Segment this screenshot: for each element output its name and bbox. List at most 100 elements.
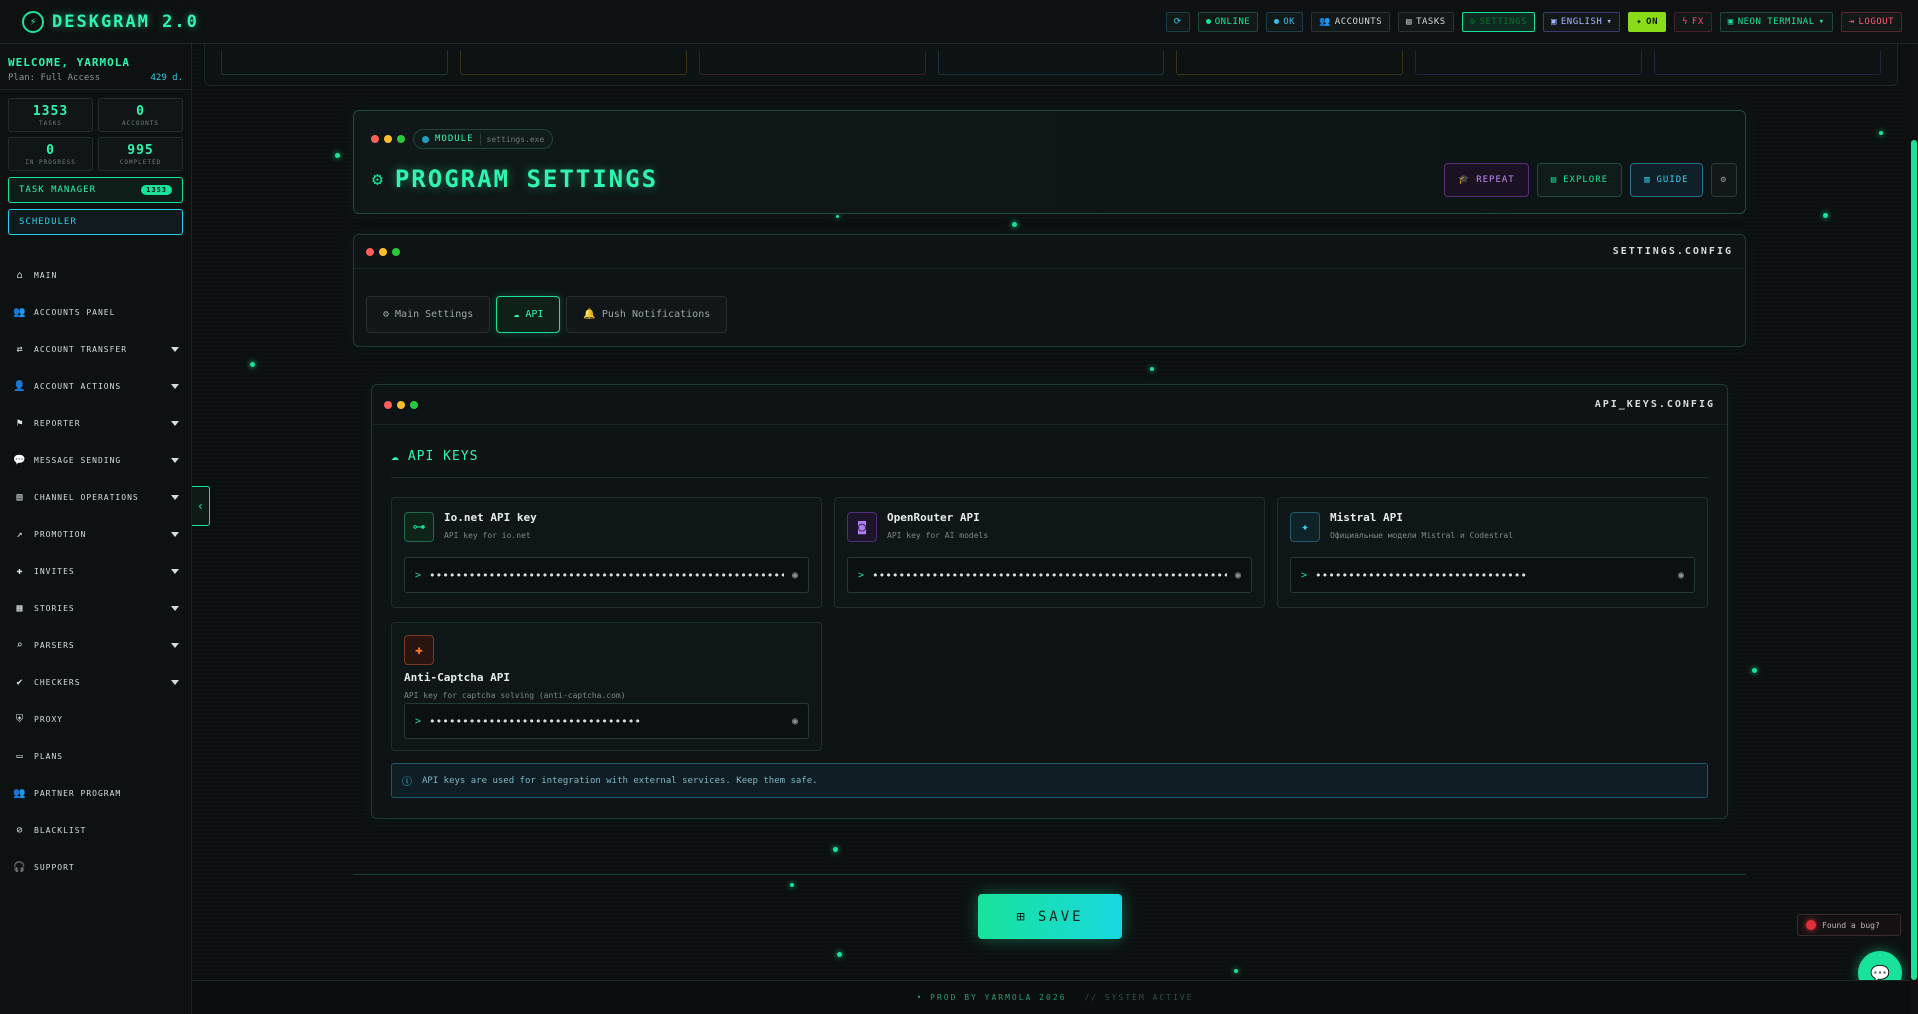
sidebar-item-account-actions[interactable]: 👤 ACCOUNT ACTIONS bbox=[0, 368, 191, 405]
sidebar-item-channel-operations[interactable]: ▤ CHANNEL OPERATIONS bbox=[0, 479, 191, 516]
close-dot-icon[interactable] bbox=[371, 135, 379, 143]
chevron-down-icon[interactable] bbox=[171, 421, 179, 426]
refresh-icon: ⟳ bbox=[1173, 16, 1182, 27]
module-label: MODULE bbox=[435, 134, 474, 144]
ok-status: OK bbox=[1266, 11, 1304, 32]
card-desc: API key for AI models bbox=[887, 531, 989, 540]
minimize-dot-icon[interactable] bbox=[397, 400, 405, 409]
sidebar-item-content: ↗ PROMOTION bbox=[14, 529, 86, 541]
sidebar-item-stories[interactable]: ▦ STORIES bbox=[0, 590, 191, 627]
repeat-button[interactable]: 🎓 REPEAT bbox=[1443, 163, 1529, 197]
openrouter-key-input[interactable]: > ••••••••••••••••••••••••••••••••••••••… bbox=[847, 557, 1252, 593]
key-value[interactable]: ••••••••••••••••••••••••••••••••••••••••… bbox=[429, 569, 784, 582]
sidebar-item-plans[interactable]: ▭ PLANS bbox=[0, 738, 191, 775]
particle bbox=[1879, 131, 1883, 135]
sidebar-item-invites[interactable]: ✚ INVITES bbox=[0, 553, 191, 590]
tab-api[interactable]: ☁ API bbox=[496, 296, 561, 333]
eye-icon[interactable]: ◉ bbox=[792, 716, 798, 727]
explore-button[interactable]: ▤ EXPLORE bbox=[1536, 163, 1623, 197]
tasks-button[interactable]: ▤ TASKS bbox=[1398, 11, 1454, 32]
sidebar-item-main[interactable]: ⌂ MAIN bbox=[0, 257, 191, 294]
effects-toggle[interactable]: ✦ ON bbox=[1628, 11, 1666, 32]
stat-value: 1353 bbox=[32, 103, 69, 119]
sidebar-item-account-transfer[interactable]: ⇄ ACCOUNT TRANSFER bbox=[0, 331, 191, 368]
chevron-down-icon[interactable] bbox=[171, 495, 179, 500]
maximize-dot-icon[interactable] bbox=[392, 247, 400, 256]
explore-label: EXPLORE bbox=[1563, 175, 1609, 185]
report-bug-button[interactable]: Found a bug? bbox=[1797, 914, 1901, 936]
task-manager-button[interactable]: TASK MANAGER 1353 bbox=[8, 177, 183, 203]
chevron-down-icon[interactable] bbox=[171, 606, 179, 611]
refresh-button[interactable]: ⟳ bbox=[1165, 11, 1190, 32]
chevron-down-icon[interactable] bbox=[171, 680, 179, 685]
chevron-down-icon[interactable] bbox=[171, 347, 179, 352]
puzzle-icon: ✚ bbox=[404, 635, 434, 665]
sidebar-item-accounts-panel[interactable]: 👥 ACCOUNTS PANEL bbox=[0, 294, 191, 331]
sidebar-item-message-sending[interactable]: 💬 MESSAGE SENDING bbox=[0, 442, 191, 479]
language-select[interactable]: ▣ ENGLISH ▾ bbox=[1542, 11, 1621, 32]
mistral-key-input[interactable]: > •••••••••••••••••••••••••••••••• ◉ bbox=[1290, 557, 1695, 593]
close-dot-icon[interactable] bbox=[366, 247, 374, 256]
scrollbar-thumb[interactable] bbox=[1911, 140, 1917, 980]
key-icon: ⊶ bbox=[404, 512, 434, 542]
minimize-dot-icon[interactable] bbox=[384, 135, 392, 143]
maximize-dot-icon[interactable] bbox=[397, 135, 405, 143]
sidebar-item-content: 👥 PARTNER PROGRAM bbox=[13, 788, 121, 800]
eye-icon[interactable]: ◉ bbox=[792, 570, 798, 581]
strip-card bbox=[698, 51, 926, 75]
ionet-key-input[interactable]: > ••••••••••••••••••••••••••••••••••••••… bbox=[404, 557, 809, 593]
logout-button[interactable]: ⇥ LOGOUT bbox=[1840, 11, 1902, 32]
window-controls bbox=[384, 400, 418, 409]
sidebar-item-label: SUPPORT bbox=[34, 863, 75, 872]
sidebar-item-checkers[interactable]: ✔ CHECKERS bbox=[0, 664, 191, 701]
save-button[interactable]: ⊞ SAVE bbox=[978, 894, 1122, 939]
strip-card bbox=[221, 51, 448, 75]
divider bbox=[353, 874, 1746, 875]
key-value[interactable]: •••••••••••••••••••••••••••••••• bbox=[429, 715, 784, 728]
key-value[interactable]: ••••••••••••••••••••••••••••••••••••••••… bbox=[872, 569, 1227, 582]
chevron-down-icon[interactable] bbox=[171, 384, 179, 389]
sidebar-item-parsers[interactable]: ⌕ PARSERS bbox=[0, 627, 191, 664]
chevron-down-icon[interactable] bbox=[171, 532, 179, 537]
chevron-down-icon[interactable] bbox=[171, 458, 179, 463]
graduation-cap-icon: 🎓 bbox=[1457, 175, 1471, 185]
particle bbox=[1234, 969, 1238, 973]
tab-main-settings[interactable]: ⚙ Main Settings bbox=[366, 296, 491, 333]
eye-icon[interactable]: ◉ bbox=[1235, 570, 1241, 581]
module-dot-icon bbox=[422, 135, 429, 143]
sidebar-item-promotion[interactable]: ↗ PROMOTION bbox=[0, 516, 191, 553]
anticaptcha-key-input[interactable]: > •••••••••••••••••••••••••••••••• ◉ bbox=[404, 703, 809, 739]
message-icon: 💬 bbox=[13, 455, 27, 466]
clipboard-icon: ▤ bbox=[1406, 16, 1413, 27]
sidebar-collapse-button[interactable]: ‹ bbox=[192, 486, 210, 526]
tasks-label: TASKS bbox=[1416, 16, 1446, 27]
header-settings-button[interactable]: ⚙ bbox=[1710, 163, 1737, 197]
sidebar-item-partner-program[interactable]: 👥 PARTNER PROGRAM bbox=[0, 775, 191, 812]
settings-button[interactable]: ⚙ SETTINGS bbox=[1461, 11, 1535, 32]
chevron-down-icon[interactable] bbox=[171, 569, 179, 574]
tab-push-notifications[interactable]: 🔔 Push Notifications bbox=[566, 296, 728, 333]
theme-select[interactable]: ▣ NEON TERMINAL ▾ bbox=[1719, 11, 1833, 32]
accounts-button[interactable]: 👥 ACCOUNTS bbox=[1311, 11, 1391, 32]
sidebar-item-label: MAIN bbox=[34, 271, 58, 280]
fx-toggle[interactable]: ϟ FX bbox=[1674, 11, 1712, 32]
sidebar-item-support[interactable]: 🎧 SUPPORT bbox=[0, 849, 191, 886]
sidebar-item-reporter[interactable]: ⚑ REPORTER bbox=[0, 405, 191, 442]
guide-button[interactable]: ▥ GUIDE bbox=[1630, 163, 1703, 197]
key-value[interactable]: •••••••••••••••••••••••••••••••• bbox=[1315, 569, 1670, 582]
sidebar-item-label: ACCOUNTS PANEL bbox=[34, 308, 116, 317]
minimize-dot-icon[interactable] bbox=[379, 247, 387, 256]
brand[interactable]: ⚡ DESKGRAM 2.0 bbox=[22, 10, 199, 33]
stat-label: TASKS bbox=[38, 119, 63, 127]
module-chip: MODULE settings.exe bbox=[413, 129, 554, 149]
strip-card bbox=[1415, 51, 1643, 75]
maximize-dot-icon[interactable] bbox=[410, 400, 418, 409]
eye-icon[interactable]: ◉ bbox=[1678, 570, 1684, 581]
page-title: PROGRAM SETTINGS bbox=[394, 165, 659, 193]
chevron-down-icon[interactable] bbox=[171, 643, 179, 648]
sidebar-item-label: ACCOUNT ACTIONS bbox=[34, 382, 122, 391]
sidebar-item-blacklist[interactable]: ⊘ BLACKLIST bbox=[0, 812, 191, 849]
scheduler-button[interactable]: SCHEDULER bbox=[8, 209, 183, 235]
close-dot-icon[interactable] bbox=[384, 400, 392, 409]
sidebar-item-proxy[interactable]: ⛨ PROXY bbox=[0, 701, 191, 738]
